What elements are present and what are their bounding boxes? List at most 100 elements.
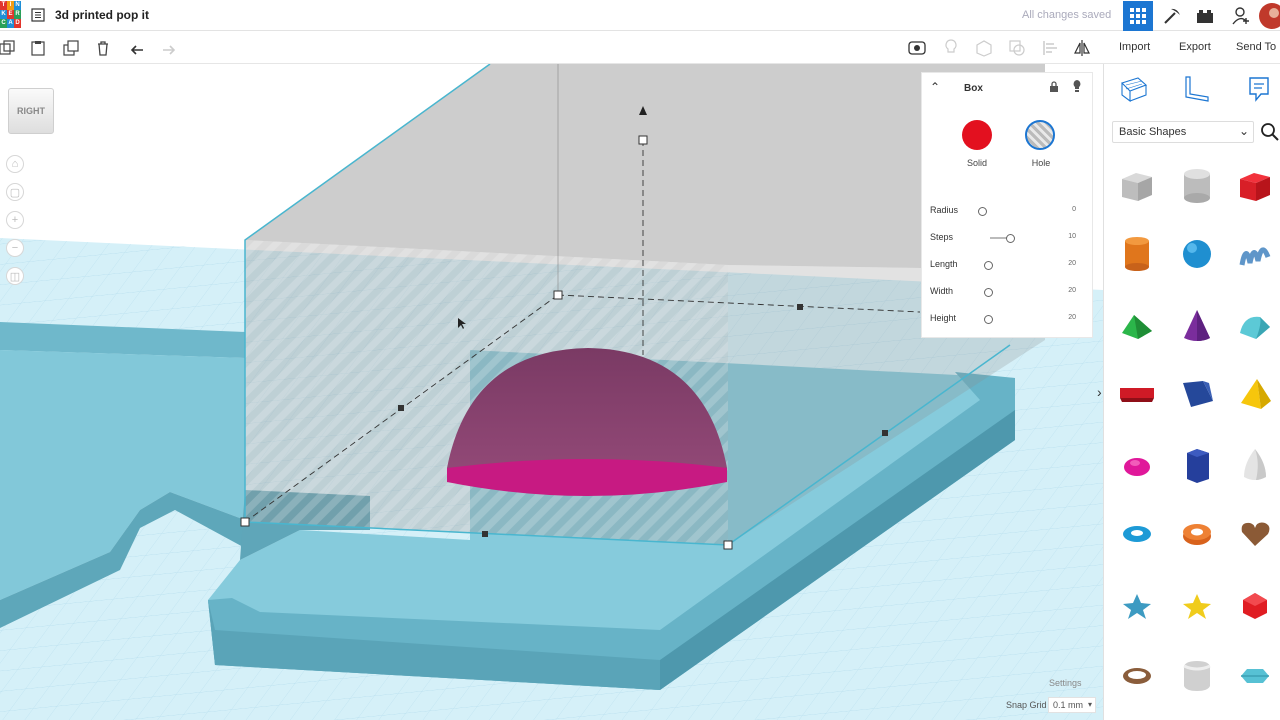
logo-letter: T	[0, 1, 7, 10]
select-chevron-icon: ⌄	[1238, 124, 1249, 138]
send-to-button[interactable]: Send To	[1236, 41, 1276, 53]
steps-slider-knob[interactable]	[1006, 234, 1015, 243]
avatar[interactable]	[1254, 1, 1280, 31]
home-view-icon[interactable]: ⌂	[6, 155, 24, 173]
view-cube-label: RIGHT	[17, 106, 45, 116]
property-value[interactable]: 20	[1068, 287, 1076, 294]
lightbulb-icon[interactable]	[942, 39, 960, 57]
steps-property[interactable]: Steps 10	[930, 232, 1090, 246]
import-button[interactable]: Import	[1119, 41, 1150, 53]
ruler-icon[interactable]	[1181, 74, 1211, 104]
ortho-view-icon[interactable]: ◫	[6, 267, 24, 285]
property-label: Radius	[930, 205, 959, 215]
export-button[interactable]: Export	[1179, 41, 1211, 53]
bricks-icon[interactable]	[1190, 1, 1220, 31]
paste-icon[interactable]	[29, 39, 47, 57]
delete-icon[interactable]	[94, 39, 112, 57]
tinkercad-logo[interactable]: T I N K E R C A D	[0, 1, 22, 29]
height-property[interactable]: Height 20	[930, 313, 1090, 327]
width-property[interactable]: Width 20	[930, 286, 1090, 300]
corner-handle[interactable]	[240, 517, 250, 527]
gem-shape-icon[interactable]	[1235, 656, 1275, 696]
zoom-out-icon[interactable]: −	[6, 239, 24, 257]
show-hidden-icon[interactable]	[908, 39, 926, 57]
cylinder-shape-icon[interactable]	[1117, 234, 1157, 274]
blocks-pickaxe-icon[interactable]	[1157, 1, 1187, 31]
box-hole-shape-icon[interactable]	[1117, 166, 1157, 206]
tube-shape-icon[interactable]	[1177, 514, 1217, 554]
pyramid-shape-icon[interactable]	[1235, 374, 1275, 414]
search-icon[interactable]	[1260, 122, 1280, 142]
lock-icon[interactable]	[1048, 80, 1060, 98]
star-shape-icon[interactable]	[1117, 586, 1157, 626]
radius-slider-knob[interactable]	[978, 207, 987, 216]
solid-color-swatch[interactable]	[962, 120, 992, 150]
ring-shape-icon[interactable]	[1117, 656, 1157, 696]
icosahedron-shape-icon[interactable]	[1235, 586, 1275, 626]
torus-shape-icon[interactable]	[1117, 514, 1157, 554]
length-slider-knob[interactable]	[984, 261, 993, 270]
height-slider-knob[interactable]	[984, 315, 993, 324]
workplane-icon[interactable]	[1119, 74, 1149, 104]
corner-handle[interactable]	[723, 540, 733, 550]
notes-icon[interactable]	[1244, 74, 1274, 104]
add-user-icon[interactable]	[1226, 1, 1256, 31]
scribble-shape-icon[interactable]	[1235, 234, 1275, 274]
text-shape-icon[interactable]	[1117, 374, 1157, 414]
cube-shape-icon[interactable]	[1177, 374, 1217, 414]
collapse-chevron-icon[interactable]: ⌃	[930, 80, 940, 94]
property-value[interactable]: 10	[1068, 233, 1076, 240]
inspector-title: Box	[964, 83, 983, 94]
round-roof-shape-icon[interactable]	[1235, 306, 1275, 346]
radius-property[interactable]: Radius 0	[930, 205, 1090, 219]
group-icon[interactable]	[975, 39, 993, 57]
snap-grid-label: Snap Grid	[1006, 700, 1047, 710]
polygon-shape-icon[interactable]	[1177, 446, 1217, 486]
design-title[interactable]: 3d printed pop it	[55, 8, 149, 22]
sphere-shape-icon[interactable]	[1177, 234, 1217, 274]
property-value[interactable]: 20	[1068, 260, 1076, 267]
undo-icon[interactable]	[128, 39, 146, 57]
shape-category-select[interactable]: Basic Shapes ⌄	[1112, 121, 1254, 143]
copy-icon[interactable]	[0, 39, 16, 57]
design-list-icon[interactable]	[31, 8, 45, 22]
property-value[interactable]: 20	[1068, 314, 1076, 321]
height-handle[interactable]	[638, 135, 648, 145]
fit-view-icon[interactable]: ▢	[6, 183, 24, 201]
property-value[interactable]: 0	[1072, 206, 1076, 213]
mirror-icon[interactable]	[1073, 39, 1091, 57]
zoom-in-icon[interactable]: +	[6, 211, 24, 229]
width-slider-knob[interactable]	[984, 288, 993, 297]
ungroup-icon[interactable]	[1008, 39, 1026, 57]
star-shape-yellow-icon[interactable]	[1177, 586, 1217, 626]
paraboloid-shape-icon[interactable]	[1235, 446, 1275, 486]
settings-link[interactable]: Settings	[1049, 678, 1082, 688]
edge-handle[interactable]	[482, 531, 488, 537]
align-icon[interactable]	[1041, 39, 1059, 57]
duplicate-icon[interactable]	[62, 39, 80, 57]
logo-letter: I	[7, 1, 14, 10]
3d-design-view-button[interactable]	[1123, 1, 1153, 31]
edge-handle[interactable]	[398, 405, 404, 411]
length-property[interactable]: Length 20	[930, 259, 1090, 273]
heart-shape-icon[interactable]	[1235, 514, 1275, 554]
rounded-cube-shape-icon[interactable]	[1177, 656, 1217, 696]
logo-letter: E	[7, 10, 14, 19]
edge-handle[interactable]	[882, 430, 888, 436]
edge-handle[interactable]	[797, 304, 803, 310]
roof-shape-icon[interactable]	[1117, 306, 1157, 346]
half-sphere-shape-icon[interactable]	[1117, 446, 1157, 486]
corner-handle[interactable]	[553, 290, 563, 300]
cylinder-hole-shape-icon[interactable]	[1177, 166, 1217, 206]
light-bulb-icon[interactable]	[1071, 79, 1083, 98]
box-shape-icon[interactable]	[1235, 166, 1275, 206]
save-status: All changes saved	[1022, 9, 1112, 21]
view-cube[interactable]: RIGHT	[8, 88, 54, 134]
property-label: Height	[930, 313, 957, 323]
hole-swatch[interactable]	[1025, 120, 1055, 150]
snap-grid-select[interactable]: 0.1 mm ▾	[1048, 697, 1096, 713]
panel-collapse-chevron-icon[interactable]: ›	[1097, 384, 1102, 400]
cone-shape-icon[interactable]	[1177, 306, 1217, 346]
redo-icon[interactable]	[160, 39, 178, 57]
snap-grid-chevron-icon: ▾	[1087, 700, 1092, 709]
